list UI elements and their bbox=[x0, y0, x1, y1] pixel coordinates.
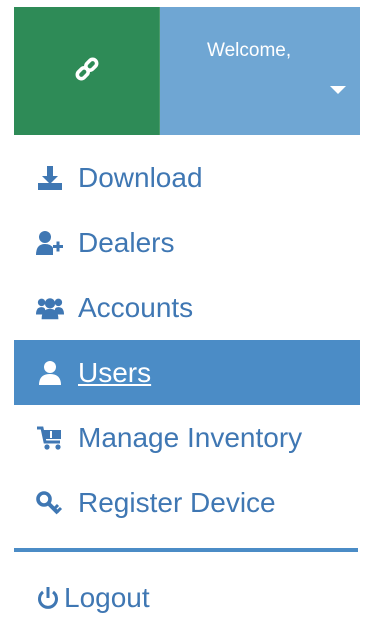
menu-item-label: Users bbox=[78, 356, 152, 388]
caret-down-icon bbox=[330, 86, 346, 94]
link-icon bbox=[73, 55, 101, 88]
menu-item-label: Manage Inventory bbox=[78, 421, 303, 453]
sidebar-header: Welcome, bbox=[14, 7, 360, 135]
menu-item-label: Accounts bbox=[78, 291, 194, 323]
menu-item-download[interactable]: Download bbox=[14, 145, 360, 210]
user-icon bbox=[36, 359, 64, 387]
user-menu-toggle[interactable]: Welcome, bbox=[160, 7, 360, 135]
user-plus-icon bbox=[36, 229, 64, 257]
menu-item-register-device[interactable]: Register Device bbox=[14, 470, 360, 535]
sidebar-panel: Welcome, Download Dealers Accounts Users… bbox=[0, 0, 368, 617]
cart-icon bbox=[36, 424, 64, 452]
menu-divider bbox=[14, 548, 358, 552]
key-icon bbox=[36, 489, 64, 517]
menu-item-label: Download bbox=[78, 161, 203, 193]
menu-item-dealers[interactable]: Dealers bbox=[14, 210, 360, 275]
download-icon bbox=[36, 164, 64, 192]
power-icon bbox=[36, 584, 60, 612]
users-group-icon bbox=[36, 294, 64, 322]
logout-label: Logout bbox=[64, 582, 150, 613]
menu-item-manage-inventory[interactable]: Manage Inventory bbox=[14, 405, 360, 470]
menu-item-label: Register Device bbox=[78, 486, 276, 518]
logo[interactable] bbox=[14, 7, 160, 135]
sidebar-menu: Download Dealers Accounts Users Manage I… bbox=[14, 145, 360, 535]
menu-item-accounts[interactable]: Accounts bbox=[14, 275, 360, 340]
menu-item-users[interactable]: Users bbox=[14, 340, 360, 405]
welcome-text: Welcome, bbox=[207, 40, 292, 61]
logout-button[interactable]: Logout bbox=[14, 568, 360, 617]
menu-item-label: Dealers bbox=[78, 226, 175, 258]
